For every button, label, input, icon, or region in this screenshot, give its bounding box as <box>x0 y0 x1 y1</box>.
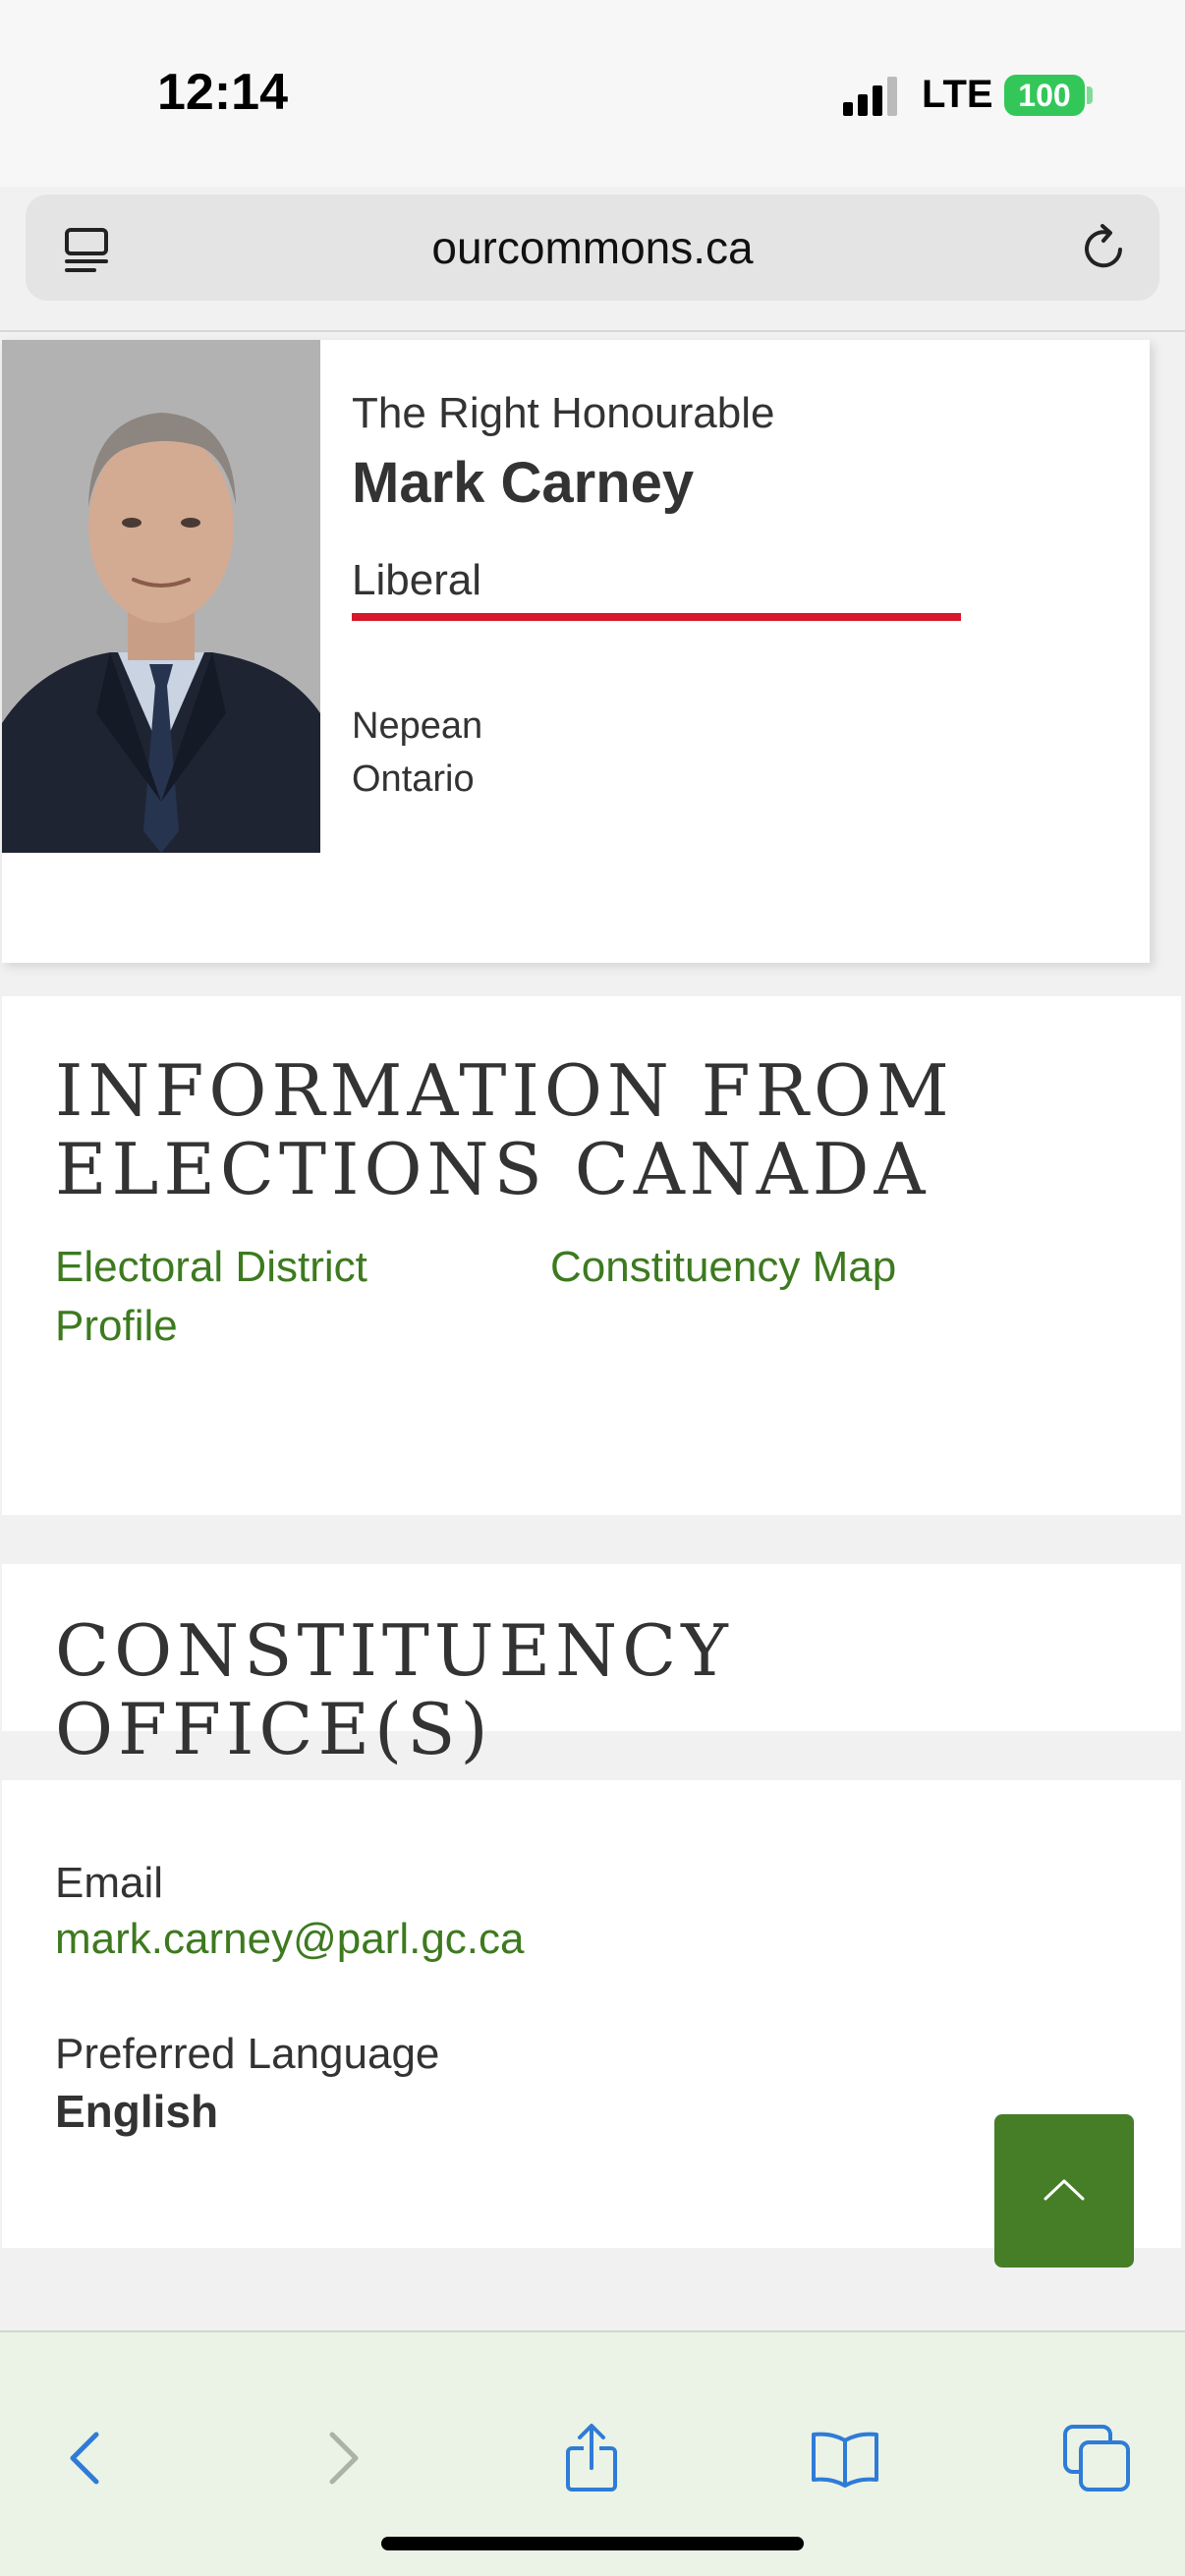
link-text-line1: Electoral District <box>55 1243 367 1291</box>
link-text-line2: Profile <box>55 1302 178 1350</box>
share-icon[interactable] <box>554 2421 629 2495</box>
email-link[interactable]: mark.carney@parl.gc.ca <box>55 1910 525 1969</box>
divider <box>0 330 1185 332</box>
member-party: Liberal <box>352 556 482 604</box>
status-time: 12:14 <box>157 64 288 121</box>
section-title: CONSTITUENCY OFFICE(S) <box>55 1609 733 1770</box>
electoral-district-profile-link[interactable]: Electoral District Profile <box>55 1238 367 1356</box>
back-icon[interactable] <box>49 2421 124 2495</box>
forward-icon[interactable] <box>305 2421 379 2495</box>
scroll-to-top-button[interactable] <box>994 2114 1134 2268</box>
section-title-line1: INFORMATION FROM <box>55 1049 954 1132</box>
address-bar[interactable]: ourcommons.ca <box>26 195 1159 301</box>
battery-indicator: 100 <box>1004 75 1085 116</box>
reload-icon[interactable] <box>1077 220 1132 275</box>
member-province: Ontario <box>352 758 475 800</box>
network-type: LTE <box>922 73 993 116</box>
tabs-icon[interactable] <box>1059 2421 1134 2495</box>
language-value: English <box>55 2086 219 2137</box>
member-honorific: The Right Honourable <box>352 389 775 437</box>
home-indicator <box>381 2537 804 2550</box>
constituency-office-section: CONSTITUENCY OFFICE(S) <box>2 1564 1181 1768</box>
status-bar: 12:14 LTE 100 <box>0 0 1185 187</box>
battery-cap <box>1087 86 1093 104</box>
member-name: Mark Carney <box>352 451 695 515</box>
party-color-bar <box>352 613 961 621</box>
member-riding: Nepean <box>352 705 483 747</box>
signal-icon <box>843 77 897 116</box>
constituency-map-link[interactable]: Constituency Map <box>550 1238 896 1297</box>
language-label: Preferred Language <box>55 2030 440 2078</box>
elections-canada-section: INFORMATION FROM ELECTIONS CANADA Electo… <box>2 996 1181 1515</box>
section-title-line2: ELECTIONS CANADA <box>55 1128 931 1210</box>
email-label: Email <box>55 1859 164 1907</box>
portrait-photo <box>2 340 320 853</box>
url-text[interactable]: ourcommons.ca <box>26 195 1159 301</box>
chevron-up-icon <box>1044 2179 1085 2201</box>
bookmarks-icon[interactable] <box>808 2421 882 2495</box>
